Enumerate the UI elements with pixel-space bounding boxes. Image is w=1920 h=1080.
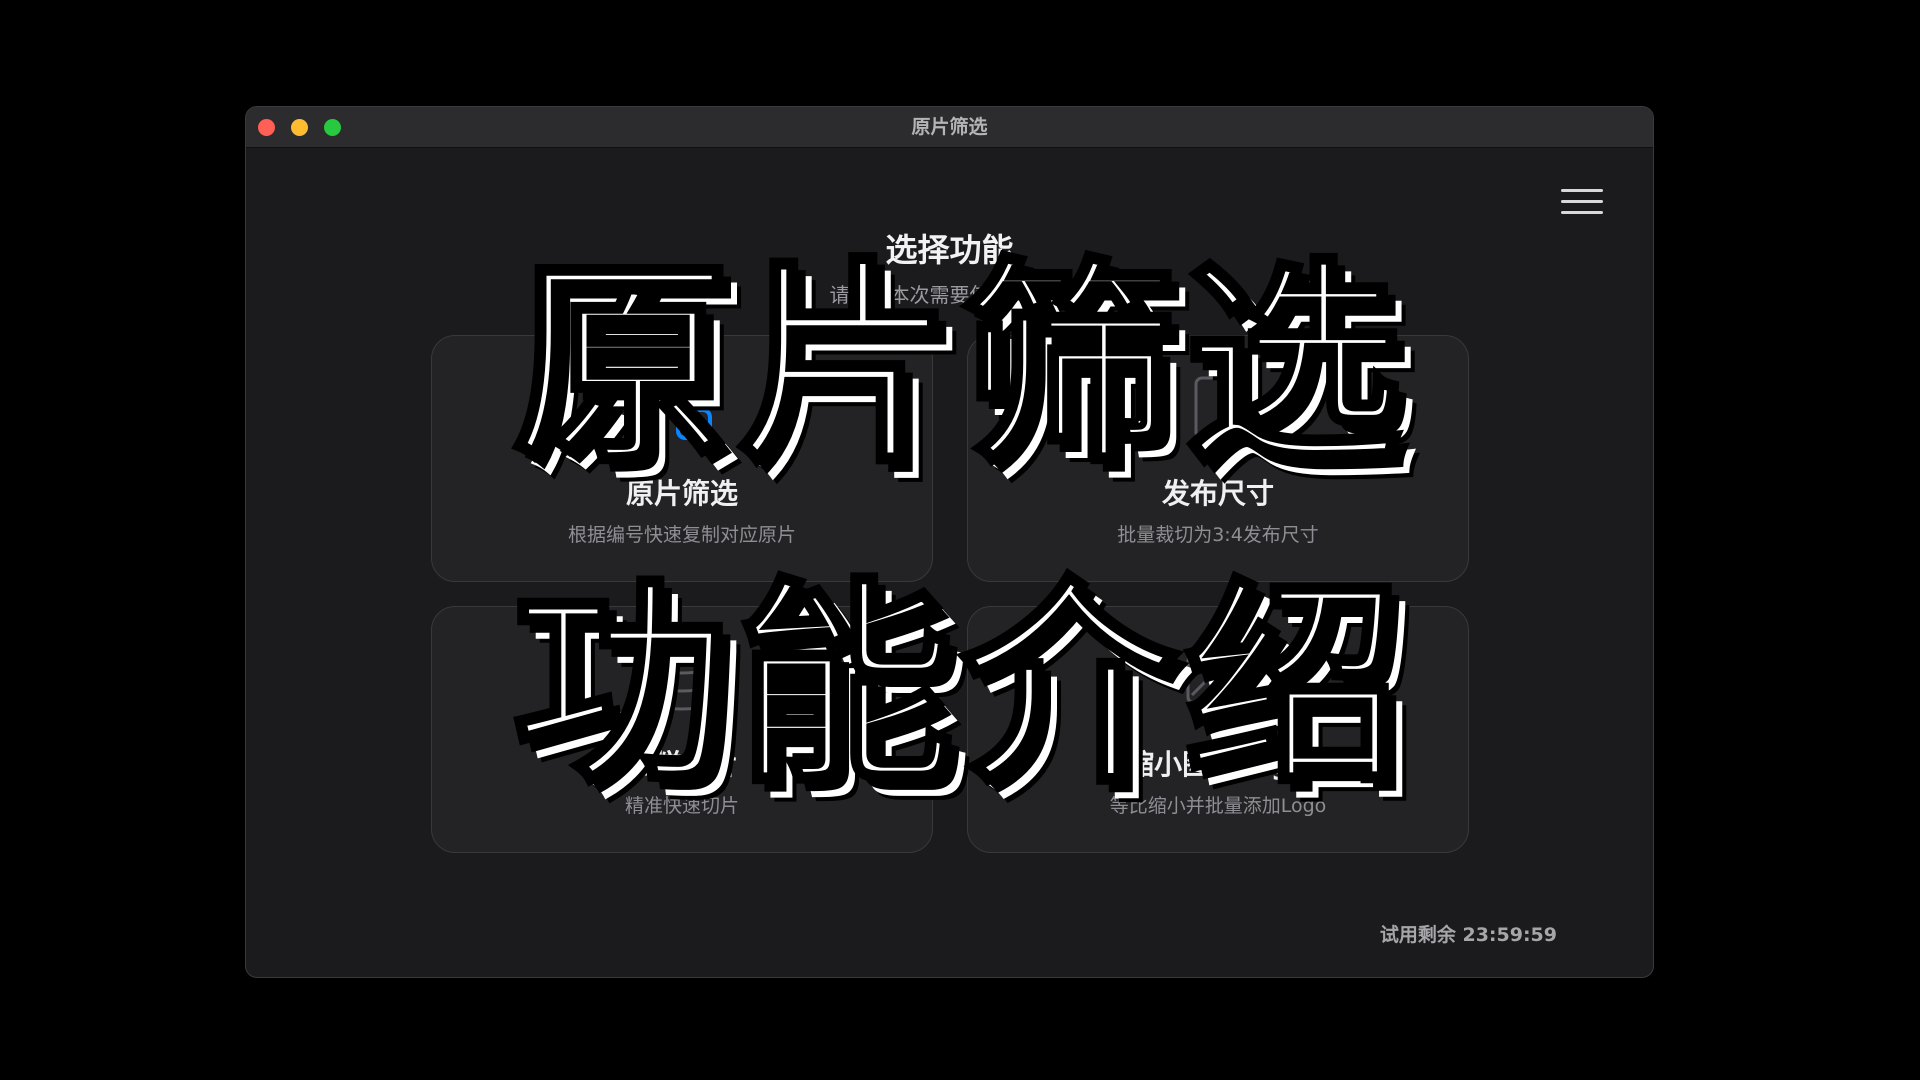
crop-icon <box>1194 376 1248 440</box>
card-original-filter[interactable]: 原片筛选 根据编号快速复制对应原片 <box>431 335 933 582</box>
card-title: 缩小图+Logo <box>1126 748 1310 781</box>
card-description: 等比缩小并批量添加Logo <box>1109 795 1327 817</box>
card-cake-slice[interactable]: 蛋糕切片 精准快速切片 <box>431 606 933 853</box>
title-bar[interactable]: 原片筛选 <box>246 107 1653 148</box>
card-title: 蛋糕切片 <box>625 748 738 781</box>
hamburger-menu-icon[interactable] <box>1561 183 1603 219</box>
card-title: 原片筛选 <box>625 477 738 510</box>
trial-remaining-label: 试用剩余 23:59:59 <box>1379 924 1557 946</box>
card-resize-logo[interactable]: 缩小图+Logo 等比缩小并批量添加Logo <box>967 606 1469 853</box>
window-title: 原片筛选 <box>911 116 988 138</box>
copy-icon <box>654 386 712 440</box>
page-subtitle: 请选择本次需要使用的功能 <box>829 283 1070 307</box>
image-logo-icon <box>1186 653 1252 713</box>
page-title: 选择功能 <box>885 231 1014 269</box>
card-description: 根据编号快速复制对应原片 <box>567 524 796 546</box>
cake-slice-icon <box>646 649 718 711</box>
app-window: 原片筛选 选择功能 请选择本次需要使用的功能 原片筛选 根据编号快速复制对应原片… <box>245 106 1654 978</box>
card-title: 发布尺寸 <box>1161 477 1274 510</box>
card-description: 批量裁切为3:4发布尺寸 <box>1117 524 1319 546</box>
card-description: 精准快速切片 <box>624 795 739 817</box>
card-publish-size[interactable]: 发布尺寸 批量裁切为3:4发布尺寸 <box>967 335 1469 582</box>
